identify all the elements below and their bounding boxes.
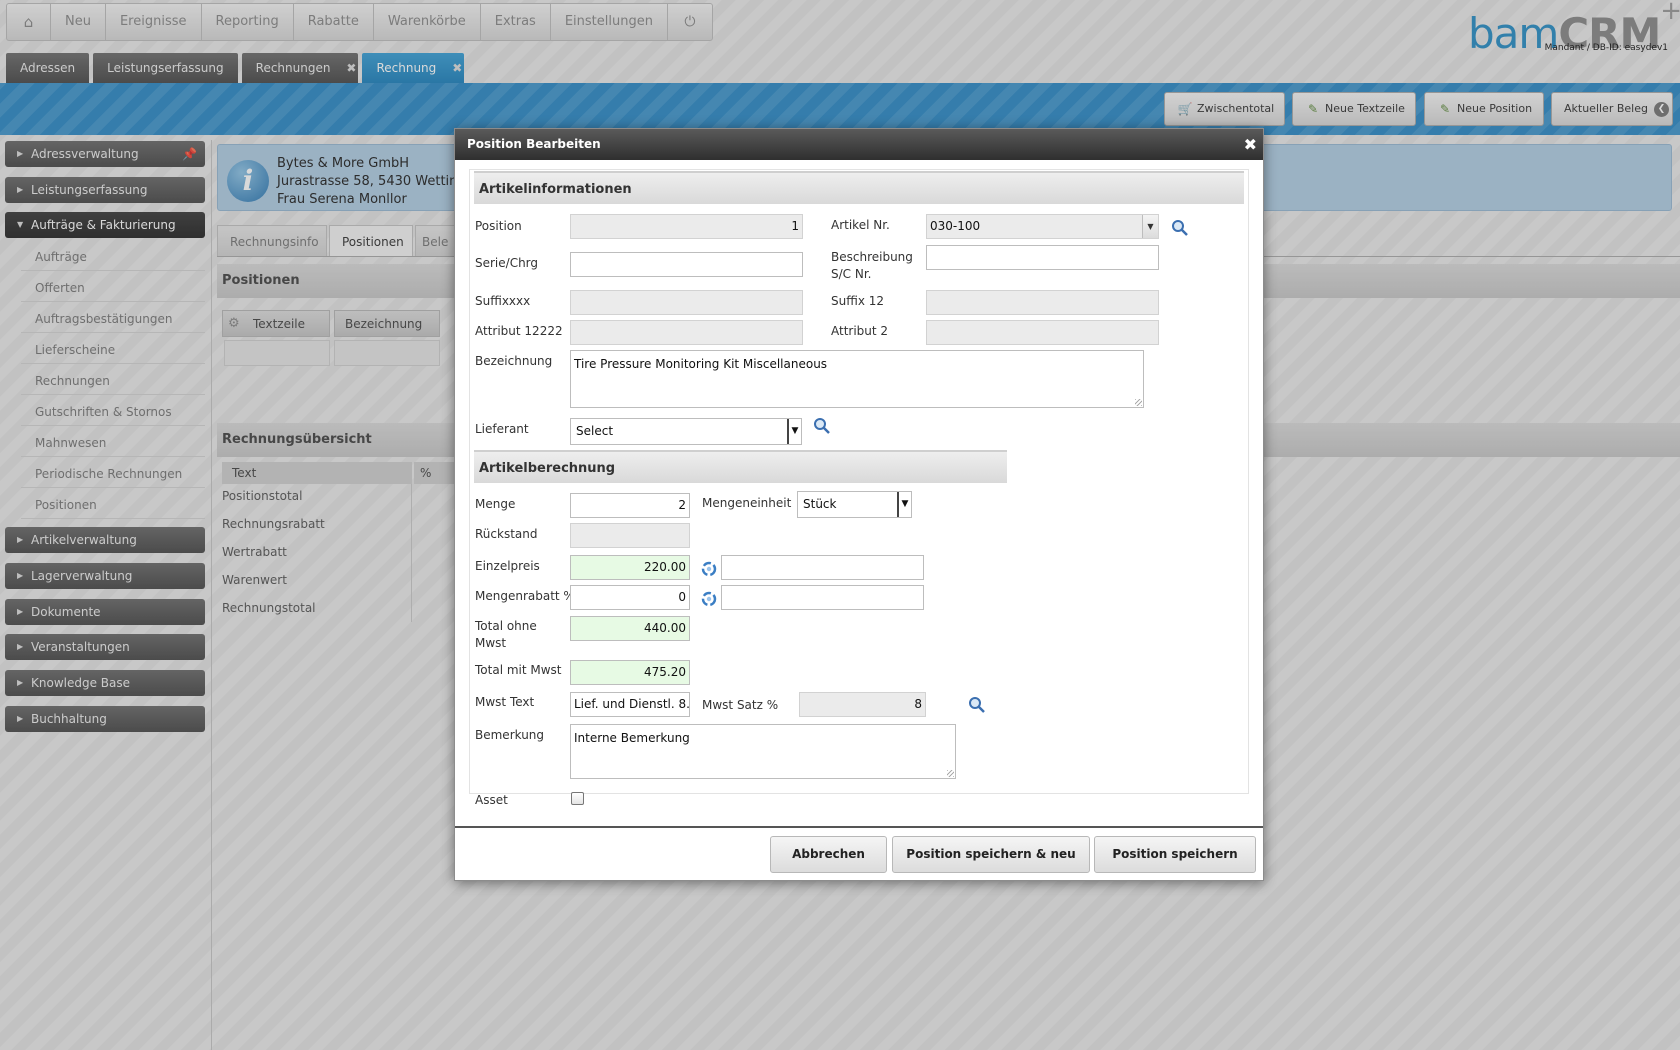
- label-beschreibung-sc: S/C Nr.: [831, 267, 872, 281]
- dialog-title: Position Bearbeiten: [467, 137, 601, 151]
- label-attribut2: Attribut 2: [831, 324, 889, 338]
- chevron-down-icon[interactable]: ▼: [787, 419, 801, 444]
- currency-convert-icon[interactable]: [701, 561, 717, 577]
- label-mwst-text: Mwst Text: [475, 695, 535, 709]
- label-einzelpreis: Einzelpreis: [475, 559, 540, 573]
- mengenrabatt-field[interactable]: 0: [570, 585, 690, 610]
- chevron-down-icon[interactable]: ▼: [1142, 215, 1158, 238]
- label-total-ohne-mwst: Mwst: [475, 636, 507, 650]
- einzelpreis-field[interactable]: 220.00: [570, 555, 690, 580]
- resize-handle[interactable]: [1135, 399, 1142, 406]
- label-bemerkung: Bemerkung: [475, 728, 545, 742]
- bemerkung-value: Interne Bemerkung: [574, 731, 690, 745]
- search-icon[interactable]: [968, 696, 986, 714]
- chevron-down-icon[interactable]: ▼: [897, 492, 911, 517]
- suffix12-field[interactable]: [926, 290, 1159, 315]
- label-attribut1: Attribut 12222: [475, 324, 563, 338]
- lieferant-select[interactable]: Select ▼: [570, 418, 802, 445]
- app-background: ⌂ Neu Ereignisse Reporting Rabatte Waren…: [0, 0, 1680, 1050]
- label-menge: Menge: [475, 497, 516, 511]
- attribut1-field[interactable]: [570, 320, 803, 345]
- einzelpreis-fremdwaehrung-field[interactable]: [721, 555, 924, 580]
- label-artikel-nr: Artikel Nr.: [831, 218, 890, 232]
- section-artikelinformationen: Artikelinformationen: [474, 171, 1244, 204]
- label-rueckstand: Rückstand: [475, 527, 538, 541]
- lieferant-value: Select: [576, 424, 614, 438]
- beschreibung-field[interactable]: [926, 245, 1159, 270]
- mengenrabatt-fremdwaehrung-field[interactable]: [721, 585, 924, 610]
- currency-convert-icon[interactable]: [701, 591, 717, 607]
- label-beschreibung: Beschreibung: [831, 250, 913, 264]
- rueckstand-field[interactable]: [570, 523, 690, 548]
- position-dialog: Position Bearbeiten ✖ Artikelinformation…: [454, 128, 1264, 881]
- label-total-ohne: Total ohne: [475, 619, 537, 633]
- serie-field[interactable]: [570, 252, 803, 277]
- section-artikelberechnung: Artikelberechnung: [474, 450, 1007, 483]
- label-asset: Asset: [475, 793, 508, 807]
- dialog-titlebar: Position Bearbeiten ✖: [455, 129, 1263, 160]
- search-icon[interactable]: [813, 417, 831, 435]
- total-mit-mwst-field[interactable]: 475.20: [570, 660, 690, 685]
- label-serie: Serie/Chrg: [475, 256, 539, 270]
- label-mengenrabatt: Mengenrabatt %: [475, 589, 575, 603]
- label-mwst-satz: Mwst Satz %: [702, 698, 779, 712]
- label-mengeneinheit: Mengeneinheit: [702, 496, 792, 510]
- label-lieferant: Lieferant: [475, 422, 529, 436]
- suffixxxxx-field[interactable]: [570, 290, 803, 315]
- bemerkung-textarea[interactable]: Interne Bemerkung: [570, 724, 956, 779]
- close-icon[interactable]: ✖: [1244, 129, 1257, 160]
- mengeneinheit-value: Stück: [803, 497, 837, 511]
- label-suffix12: Suffix 12: [831, 294, 885, 308]
- label-suffixxxxx: Suffixxxx: [475, 294, 531, 308]
- mengeneinheit-select[interactable]: Stück ▼: [797, 491, 912, 518]
- label-total-mit-mwst: Total mit Mwst: [475, 663, 562, 677]
- search-icon[interactable]: [1171, 219, 1189, 237]
- position-speichern-button[interactable]: Position speichern: [1094, 836, 1256, 873]
- bezeichnung-value: Tire Pressure Monitoring Kit Miscellaneo…: [574, 357, 828, 371]
- attribut2-field[interactable]: [926, 320, 1159, 345]
- total-ohne-mwst-field[interactable]: 440.00: [570, 616, 690, 641]
- menge-field[interactable]: 2: [570, 493, 690, 518]
- abbrechen-button[interactable]: Abbrechen: [770, 836, 887, 873]
- artikel-nr-combobox[interactable]: 030-100 ▼: [926, 214, 1159, 239]
- bezeichnung-textarea[interactable]: Tire Pressure Monitoring Kit Miscellaneo…: [570, 350, 1144, 408]
- position-speichern-neu-button[interactable]: Position speichern & neu: [892, 836, 1090, 873]
- resize-handle[interactable]: [947, 770, 954, 777]
- label-bezeichnung: Bezeichnung: [475, 354, 553, 368]
- asset-checkbox[interactable]: [571, 792, 584, 805]
- artikel-nr-value: 030-100: [930, 219, 981, 233]
- dialog-footer-divider: [455, 826, 1263, 828]
- mwst-satz-field[interactable]: 8: [799, 692, 926, 717]
- mwst-text-field[interactable]: Lief. und Dienstl. 8.0: [570, 692, 690, 717]
- label-position: Position: [475, 219, 522, 233]
- position-field[interactable]: 1: [570, 214, 803, 239]
